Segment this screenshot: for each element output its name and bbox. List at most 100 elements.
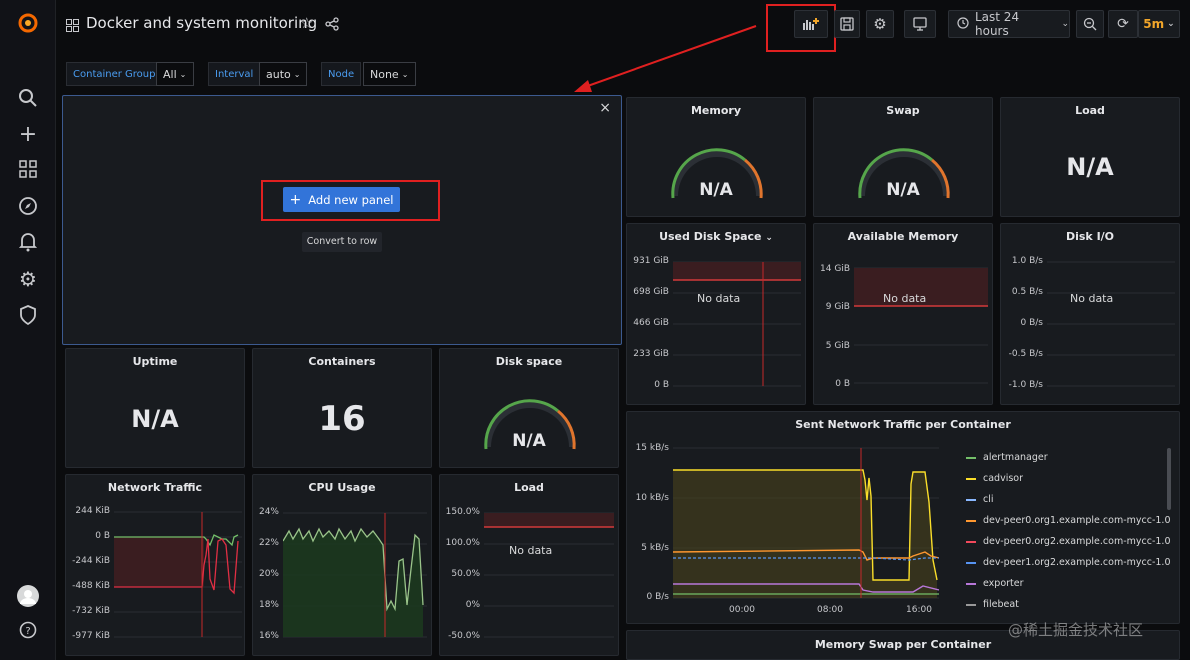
refresh-interval-label: 5m [1143, 17, 1165, 31]
dashboard-title[interactable]: Docker and system monitoring [86, 14, 317, 32]
panel-title: Swap [886, 104, 920, 117]
chevron-down-icon: ⌄ [1061, 19, 1069, 29]
y-tick: 16% [258, 631, 279, 641]
save-dashboard-button[interactable] [834, 10, 860, 38]
no-data-label: No data [509, 544, 553, 557]
panel-uptime[interactable]: Uptime N/A [65, 348, 245, 468]
var-select-interval[interactable]: auto ⌄ [259, 62, 307, 86]
panel-title: Network Traffic [107, 481, 203, 494]
legend-item[interactable]: dev-peer0.org2.example.com-mycc-1.0 [966, 536, 1171, 547]
zoom-out-button[interactable] [1076, 10, 1104, 38]
var-value: All [163, 67, 177, 81]
refresh-button[interactable]: ⟳ [1108, 10, 1138, 38]
y-tick: 50.0% [451, 569, 480, 579]
dashboards-icon[interactable] [17, 160, 39, 182]
close-icon[interactable]: × [599, 100, 611, 116]
var-label-node: Node [321, 62, 362, 86]
y-tick: 100.0% [445, 538, 480, 548]
legend-swatch [966, 477, 976, 480]
panel-swap[interactable]: Swap N/A [813, 97, 993, 217]
legend-swatch [966, 519, 976, 522]
search-icon[interactable] [17, 88, 39, 110]
legend-item[interactable]: exporter [966, 578, 1024, 589]
explore-compass-icon[interactable] [17, 196, 39, 218]
var-select-container-group[interactable]: All ⌄ [156, 62, 194, 86]
legend-item[interactable]: cadvisor [966, 473, 1023, 484]
y-tick: 15 kB/s [635, 443, 669, 453]
chevron-down-icon: ⌄ [401, 69, 409, 79]
stat-value: N/A [699, 180, 733, 200]
legend-scrollbar[interactable] [1167, 448, 1171, 510]
y-tick: 0 B [654, 380, 669, 390]
legend-label: dev-peer0.org2.example.com-mycc-1.0 [983, 536, 1171, 547]
share-icon[interactable] [325, 16, 339, 35]
y-tick: 698 GiB [633, 287, 669, 297]
panel-title: CPU Usage [308, 481, 376, 494]
x-tick: 16:00 [906, 605, 932, 615]
panel-memory[interactable]: Memory N/A [626, 97, 806, 217]
y-tick: -1.0 B/s [1008, 380, 1043, 390]
panel-title: Load [1075, 104, 1105, 117]
tv-mode-button[interactable] [904, 10, 936, 38]
help-icon[interactable]: ? [17, 621, 39, 643]
legend-label: alertmanager [983, 452, 1048, 463]
legend-item[interactable]: filebeat [966, 599, 1019, 610]
legend-item[interactable]: cli [966, 494, 994, 505]
grafana-logo-icon[interactable] [17, 12, 39, 34]
panel-containers[interactable]: Containers 16 [252, 348, 432, 468]
shield-icon[interactable] [17, 305, 39, 327]
panel-disk-space[interactable]: Disk space N/A [439, 348, 619, 468]
add-new-panel-button[interactable]: + Add new panel [283, 187, 400, 212]
y-tick: 0% [465, 600, 480, 610]
graph-area [673, 261, 801, 387]
graph-area [283, 512, 427, 638]
time-range-picker[interactable]: Last 24 hours ⌄ [948, 10, 1070, 38]
no-data-label: No data [697, 292, 741, 305]
panel-used-disk-space[interactable]: Used Disk Space ⌄ 931 GiB 698 GiB 466 Gi… [626, 223, 806, 405]
legend-label: filebeat [983, 599, 1019, 610]
legend-label: cli [983, 494, 994, 505]
plus-icon: + [289, 191, 302, 208]
alerting-bell-icon[interactable] [17, 232, 39, 254]
convert-to-row-button[interactable]: Convert to row [302, 232, 382, 252]
legend-swatch [966, 456, 976, 459]
panel-available-memory[interactable]: Available Memory 14 GiB 9 GiB 5 GiB 0 B … [813, 223, 993, 405]
panel-network-traffic[interactable]: Network Traffic 244 KiB 0 B -244 KiB -48… [65, 474, 245, 656]
plus-icon[interactable]: + [17, 124, 39, 146]
legend-swatch [966, 540, 976, 543]
y-tick: -50.0% [448, 631, 480, 641]
y-tick: 9 GiB [825, 302, 850, 312]
annotation-arrow [574, 25, 757, 92]
y-tick: 244 KiB [75, 506, 110, 516]
legend-swatch [966, 498, 976, 501]
var-value: auto [266, 67, 291, 81]
y-tick: 0.5 B/s [1011, 287, 1043, 297]
var-select-node[interactable]: None ⌄ [363, 62, 416, 86]
dashboard-settings-button[interactable]: ⚙ [866, 10, 894, 38]
y-tick: 466 GiB [633, 318, 669, 328]
y-tick: -244 KiB [72, 556, 110, 566]
legend-item[interactable]: dev-peer1.org2.example.com-mycc-1.0 [966, 557, 1171, 568]
refresh-interval-picker[interactable]: 5m ⌄ [1138, 10, 1180, 38]
panel-title: Containers [308, 355, 376, 368]
legend-swatch [966, 561, 976, 564]
legend-item[interactable]: dev-peer0.org1.example.com-mycc-1.0 [966, 515, 1171, 526]
y-tick: 22% [258, 538, 279, 548]
panel-cpu-usage[interactable]: CPU Usage 24% 22% 20% 18% 16% [252, 474, 432, 656]
settings-gear-icon[interactable]: ⚙ [17, 268, 39, 290]
panel-disk-io[interactable]: Disk I/O 1.0 B/s 0.5 B/s 0 B/s -0.5 B/s … [1000, 223, 1180, 405]
star-icon[interactable]: ☆ [300, 14, 313, 32]
svg-text:?: ? [25, 626, 30, 637]
graph-area [114, 511, 242, 638]
dashboard-grid-icon [66, 17, 79, 36]
add-panel-button[interactable] [794, 10, 828, 38]
panel-load-stat[interactable]: Load N/A [1000, 97, 1180, 217]
user-avatar[interactable] [17, 585, 39, 607]
x-tick: 00:00 [729, 605, 755, 615]
chevron-down-icon: ⌄ [765, 233, 773, 243]
y-tick: 14 GiB [820, 264, 850, 274]
panel-load-graph[interactable]: Load 150.0% 100.0% 50.0% 0% -50.0% No da… [439, 474, 619, 656]
add-new-panel-label: Add new panel [308, 192, 394, 207]
legend-item[interactable]: alertmanager [966, 452, 1048, 463]
panel-title: Available Memory [847, 230, 959, 243]
